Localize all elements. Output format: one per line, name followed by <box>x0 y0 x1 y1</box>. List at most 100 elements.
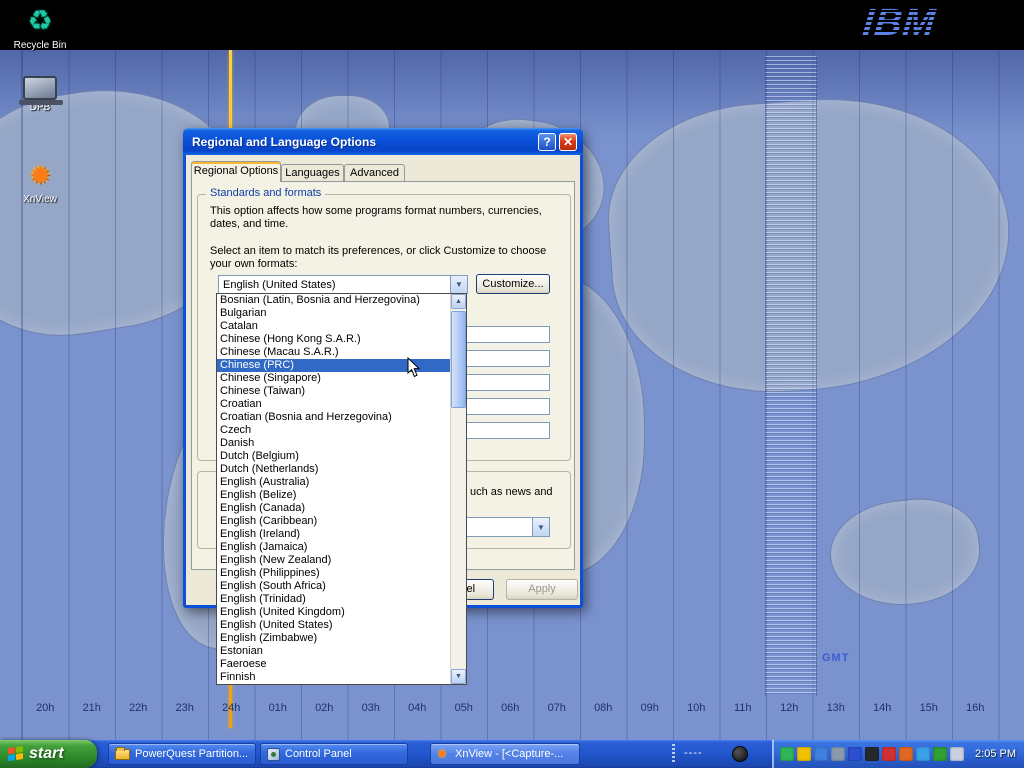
list-item[interactable]: Catalan <box>217 320 450 333</box>
tray-icon-8[interactable] <box>899 747 913 761</box>
tray-icon-1[interactable] <box>780 747 794 761</box>
tab-regional-options[interactable]: Regional Options <box>191 161 281 182</box>
list-item[interactable]: Finnish <box>217 671 450 684</box>
timezone-label: 06h <box>487 702 534 714</box>
xnview-desktop-icon[interactable]: ✹ XnView <box>2 158 78 205</box>
list-item[interactable]: English (Belize) <box>217 489 450 502</box>
close-button[interactable]: ✕ <box>559 133 577 151</box>
list-item[interactable]: Chinese (Taiwan) <box>217 385 450 398</box>
tray-icon-11[interactable] <box>950 747 964 761</box>
list-item[interactable]: Dutch (Netherlands) <box>217 463 450 476</box>
taskbar-button-powerquest[interactable]: PowerQuest Partition... <box>108 743 256 765</box>
list-item[interactable]: English (Canada) <box>217 502 450 515</box>
dpb-desktop-icon[interactable]: DPB <box>2 72 78 113</box>
timezone-label: 08h <box>580 702 627 714</box>
list-item[interactable]: English (South Africa) <box>217 580 450 593</box>
dialog-titlebar[interactable]: Regional and Language Options ? ✕ <box>183 128 583 155</box>
list-item[interactable]: Croatian <box>217 398 450 411</box>
list-item[interactable]: English (Caribbean) <box>217 515 450 528</box>
scroll-down-icon[interactable]: ▼ <box>451 669 466 684</box>
timezone-label: 23h <box>162 702 209 714</box>
standards-instruction: Select an item to match its preferences,… <box>210 245 566 271</box>
timezone-label: 03h <box>348 702 395 714</box>
list-item[interactable]: Czech <box>217 424 450 437</box>
tray-icon-9[interactable] <box>916 747 930 761</box>
timezone-label: 09h <box>627 702 674 714</box>
xnview-icon: ✹ <box>2 158 78 192</box>
group-title: Standards and formats <box>206 187 325 199</box>
system-tray: 2:05 PM <box>772 740 1024 768</box>
tray-icon-7[interactable] <box>882 747 896 761</box>
taskbar: start PowerQuest Partition... Control Pa… <box>0 740 1024 768</box>
taskbar-clock[interactable]: 2:05 PM <box>975 748 1016 760</box>
xnview-icon: ✹ <box>437 748 450 761</box>
timezone-label: 04h <box>394 702 441 714</box>
recycle-bin-desktop-icon[interactable]: ♻ Recycle Bin <box>2 4 78 51</box>
start-button[interactable]: start <box>0 740 97 768</box>
list-item[interactable]: English (Philippines) <box>217 567 450 580</box>
date-line-hatch-band <box>765 56 817 696</box>
tray-icon-5[interactable] <box>848 747 862 761</box>
folder-icon <box>115 749 130 760</box>
timezone-label: 10h <box>673 702 720 714</box>
timezone-label: 20h <box>22 702 69 714</box>
taskbar-separator[interactable] <box>672 744 675 764</box>
laptop-icon <box>23 76 57 100</box>
timezone-label: 22h <box>115 702 162 714</box>
ibm-logo: IBM <box>861 2 938 45</box>
list-item[interactable]: English (United Kingdom) <box>217 606 450 619</box>
list-item[interactable]: English (Trinidad) <box>217 593 450 606</box>
list-item[interactable]: Chinese (Hong Kong S.A.R.) <box>217 333 450 346</box>
chevron-down-icon[interactable]: ▼ <box>450 276 467 293</box>
timezone-label: 24h <box>208 702 255 714</box>
list-item[interactable]: English (Ireland) <box>217 528 450 541</box>
timezone-label: 02h <box>301 702 348 714</box>
timezone-label: 07h <box>534 702 581 714</box>
taskbar-button-control-panel[interactable]: Control Panel <box>260 743 408 765</box>
timezone-label: 13h <box>813 702 860 714</box>
desktop-top-strip: ♻ Recycle Bin IBM <box>0 0 1024 50</box>
chevron-down-icon[interactable]: ▼ <box>532 518 549 536</box>
timezone-label: 21h <box>69 702 116 714</box>
tray-icon-2[interactable] <box>797 747 811 761</box>
list-item[interactable]: Dutch (Belgium) <box>217 450 450 463</box>
xnview-label: XnView <box>21 194 59 205</box>
timezone-label: 12h <box>766 702 813 714</box>
recycle-bin-label: Recycle Bin <box>12 40 69 51</box>
location-description-partial: uch as news and <box>470 486 553 499</box>
list-item[interactable]: Croatian (Bosnia and Herzegovina) <box>217 411 450 424</box>
list-item[interactable]: Bulgarian <box>217 307 450 320</box>
customize-button[interactable]: Customize... <box>476 274 550 294</box>
tab-advanced[interactable]: Advanced <box>344 164 405 182</box>
start-button-label: start <box>29 745 64 763</box>
taskbar-button-xnview[interactable]: ✹ XnView - [<Capture-... <box>430 743 580 765</box>
taskbar-deskband-icon[interactable] <box>732 746 748 762</box>
list-item[interactable]: Bosnian (Latin, Bosnia and Herzegovina) <box>217 294 450 307</box>
list-item[interactable]: Danish <box>217 437 450 450</box>
mouse-cursor <box>407 357 421 378</box>
list-item[interactable]: English (Australia) <box>217 476 450 489</box>
list-item[interactable]: English (Zimbabwe) <box>217 632 450 645</box>
language-combobox-value: English (United States) <box>219 279 450 291</box>
tray-icon-3[interactable] <box>814 747 828 761</box>
language-combobox[interactable]: English (United States) ▼ <box>218 275 468 294</box>
timezone-label: 14h <box>859 702 906 714</box>
list-item[interactable]: English (Jamaica) <box>217 541 450 554</box>
dropdown-scrollbar[interactable]: ▲ ▼ <box>450 294 466 684</box>
task-label: PowerQuest Partition... <box>135 748 248 760</box>
tray-icon-4[interactable] <box>831 747 845 761</box>
list-item[interactable]: Faeroese <box>217 658 450 671</box>
taskbar-dashes-toolbar[interactable]: ---- <box>684 747 703 759</box>
list-item[interactable]: English (United States) <box>217 619 450 632</box>
tab-languages[interactable]: Languages <box>281 164 344 182</box>
tray-icon-6[interactable] <box>865 747 879 761</box>
gmt-label: GMT <box>822 652 849 664</box>
list-item[interactable]: English (New Zealand) <box>217 554 450 567</box>
scroll-up-icon[interactable]: ▲ <box>451 294 466 309</box>
tray-icon-10[interactable] <box>933 747 947 761</box>
list-item[interactable]: Estonian <box>217 645 450 658</box>
scrollbar-thumb[interactable] <box>451 311 466 408</box>
help-button[interactable]: ? <box>538 133 556 151</box>
task-label: Control Panel <box>285 748 352 760</box>
timezone-label: 11h <box>720 702 767 714</box>
